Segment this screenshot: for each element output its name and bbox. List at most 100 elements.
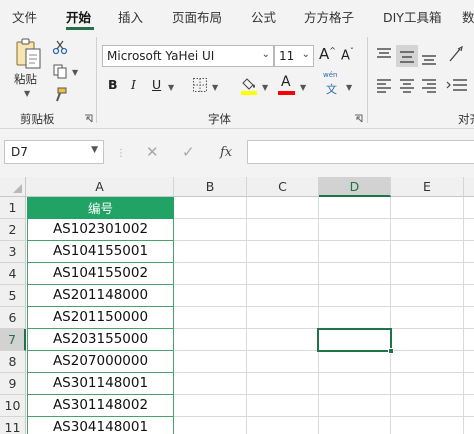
- column-header-b[interactable]: B: [174, 177, 247, 197]
- align-right-icon[interactable]: [421, 77, 437, 93]
- group-separator: [367, 37, 368, 123]
- align-middle-icon[interactable]: [399, 49, 415, 65]
- increase-font-size-button[interactable]: A^: [319, 45, 336, 63]
- cell-a8[interactable]: AS207000000: [27, 351, 174, 373]
- underline-dropdown-icon[interactable]: ▼: [168, 83, 174, 92]
- ribbon-tab-bar: 文件 开始 插入 页面布局 公式 方方格子 DIY工具箱 数: [0, 0, 474, 31]
- cell-a10[interactable]: AS301148002: [27, 395, 174, 417]
- cell-a9[interactable]: AS301148001: [27, 373, 174, 395]
- cell-a4[interactable]: AS104155002: [27, 263, 174, 285]
- worksheet-grid[interactable]: A B C D E 1 2 3 4 5 6 7 8 9 10 11 编号 AS1…: [0, 177, 474, 434]
- font-launcher-icon[interactable]: [354, 114, 363, 123]
- decrease-font-size-button[interactable]: Aˇ: [341, 47, 354, 63]
- column-header-e[interactable]: E: [391, 177, 464, 197]
- orientation-icon[interactable]: [448, 45, 470, 63]
- cell-a2[interactable]: AS102301002: [27, 219, 174, 241]
- align-bottom-icon[interactable]: [421, 51, 437, 67]
- tab-formulas[interactable]: 公式: [251, 7, 276, 26]
- tab-file[interactable]: 文件: [12, 7, 37, 26]
- row-header-1[interactable]: 1: [0, 197, 26, 219]
- font-color-label: A: [281, 74, 291, 90]
- phonetic-dropdown-icon[interactable]: ▼: [346, 83, 352, 92]
- tab-data[interactable]: 数: [462, 7, 474, 26]
- chevron-down-icon[interactable]: ▼: [91, 145, 98, 155]
- tab-home[interactable]: 开始: [66, 7, 91, 26]
- formula-bar: D7 ▼ ⋮ ✕ ✓ fx: [0, 129, 474, 177]
- cut-icon[interactable]: [52, 39, 68, 55]
- gridline: [246, 197, 247, 434]
- borders-dropdown-icon[interactable]: ▼: [212, 83, 218, 92]
- tab-page-layout[interactable]: 页面布局: [172, 7, 222, 26]
- cell-a3[interactable]: AS104155001: [27, 241, 174, 263]
- group-separator: [96, 37, 97, 123]
- cancel-icon[interactable]: ✕: [146, 143, 159, 161]
- enter-icon[interactable]: ✓: [182, 143, 195, 161]
- indent-icon[interactable]: [446, 77, 468, 93]
- font-group-label: 字体: [208, 112, 231, 126]
- column-header-c[interactable]: C: [247, 177, 319, 197]
- font-name-select[interactable]: Microsoft YaHei UI ⌄: [102, 45, 274, 67]
- row-header-9[interactable]: 9: [0, 373, 26, 395]
- gridline: [390, 197, 391, 434]
- align-left-icon[interactable]: [376, 77, 392, 93]
- cell-a11[interactable]: AS304148001: [27, 417, 174, 434]
- row-header-6[interactable]: 6: [0, 307, 26, 329]
- row-header-8[interactable]: 8: [0, 351, 26, 373]
- shrink-font-label: A: [341, 48, 350, 64]
- align-center-icon[interactable]: [399, 77, 415, 93]
- font-size-select[interactable]: 11 ⌄: [274, 45, 314, 67]
- active-cell-d7[interactable]: [317, 328, 392, 352]
- fill-handle[interactable]: [388, 348, 394, 354]
- fill-color-icon[interactable]: [240, 75, 258, 95]
- column-header-f[interactable]: [464, 177, 474, 197]
- name-box[interactable]: D7 ▼: [4, 140, 104, 164]
- insert-function-button[interactable]: fx: [220, 145, 232, 160]
- paste-label[interactable]: 粘贴: [14, 71, 37, 87]
- cell-a5[interactable]: AS201148000: [27, 285, 174, 307]
- row-header-7[interactable]: 7: [0, 329, 26, 351]
- chevron-down-icon: ⌄: [301, 49, 310, 60]
- font-color-button[interactable]: A: [281, 74, 291, 90]
- borders-icon[interactable]: [192, 77, 208, 93]
- row-header-5[interactable]: 5: [0, 285, 26, 307]
- phonetic-top-label: wén: [323, 71, 338, 79]
- copy-dropdown-icon[interactable]: ▼: [72, 68, 78, 77]
- fill-color-dropdown-icon[interactable]: ▼: [262, 83, 268, 92]
- column-header-d[interactable]: D: [319, 177, 391, 197]
- name-box-value: D7: [11, 145, 28, 159]
- row-header-10[interactable]: 10: [0, 395, 26, 417]
- cell-a1[interactable]: 编号: [27, 197, 174, 219]
- bold-button[interactable]: B: [108, 77, 118, 92]
- row-header-4[interactable]: 4: [0, 263, 26, 285]
- tab-insert[interactable]: 插入: [118, 7, 143, 26]
- copy-icon[interactable]: [52, 63, 68, 79]
- tab-fangfang[interactable]: 方方格子: [304, 7, 354, 26]
- clipboard-launcher-icon[interactable]: [84, 114, 93, 123]
- italic-button[interactable]: I: [131, 77, 136, 92]
- paste-dropdown-icon[interactable]: ▼: [24, 89, 30, 98]
- row-header-3[interactable]: 3: [0, 241, 26, 263]
- ribbon: 粘贴 ▼ ▼ 剪贴板 Microsoft YaHei UI ⌄ 11 ⌄ A^ …: [0, 31, 474, 129]
- select-all-icon: [13, 184, 22, 193]
- format-painter-icon[interactable]: [52, 87, 68, 103]
- tab-diy-toolbox[interactable]: DIY工具箱: [383, 7, 441, 26]
- paste-icon[interactable]: [14, 37, 44, 71]
- align-top-icon[interactable]: [376, 47, 392, 63]
- grow-font-label: A: [319, 45, 330, 63]
- font-name-value: Microsoft YaHei UI: [107, 49, 215, 63]
- underline-button[interactable]: U: [152, 77, 161, 92]
- select-all-corner[interactable]: [0, 177, 26, 197]
- cell-a7[interactable]: AS203155000: [27, 329, 174, 351]
- active-tab-indicator: [66, 27, 94, 30]
- gridline: [318, 197, 319, 434]
- font-size-value: 11: [279, 49, 295, 63]
- phonetic-guide-button[interactable]: 文: [326, 81, 337, 97]
- formula-bar-grip-icon[interactable]: ⋮: [116, 148, 126, 159]
- cell-a6[interactable]: AS201150000: [27, 307, 174, 329]
- gridline: [463, 197, 464, 434]
- row-header-11[interactable]: 11: [0, 417, 26, 434]
- font-color-dropdown-icon[interactable]: ▼: [300, 83, 306, 92]
- column-header-a[interactable]: A: [26, 177, 174, 197]
- row-header-2[interactable]: 2: [0, 219, 26, 241]
- formula-input[interactable]: [247, 140, 474, 164]
